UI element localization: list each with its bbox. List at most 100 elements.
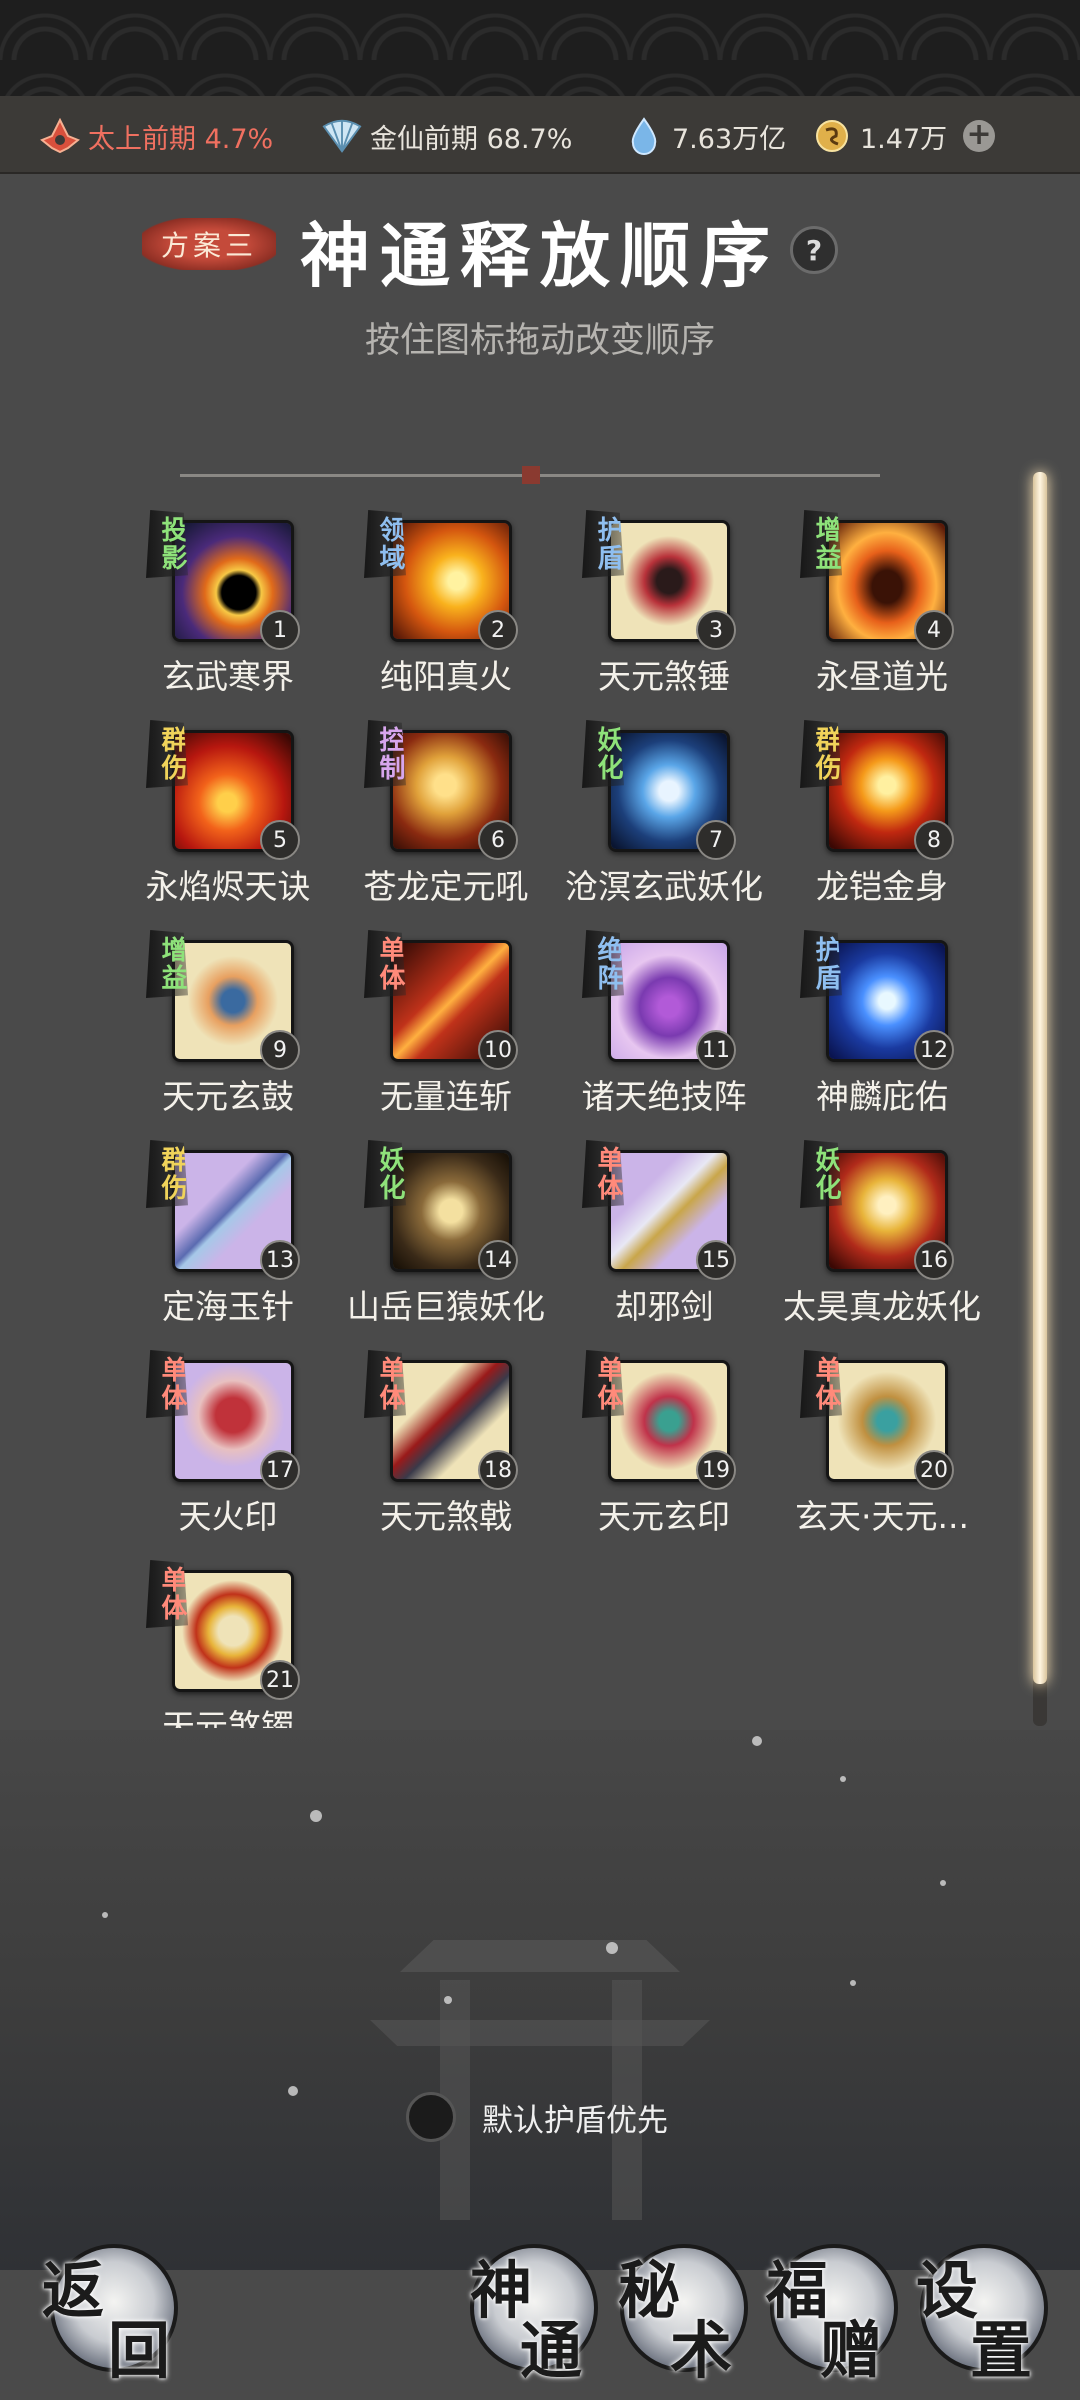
- gate-beam: [370, 2020, 710, 2046]
- skill-order-number: 6: [478, 820, 518, 860]
- skill-type-tag: 控制: [364, 720, 406, 788]
- lotus-icon: [40, 116, 80, 156]
- skill-order-number: 21: [260, 1660, 300, 1700]
- skill-item[interactable]: 控制 6 苍龙定元吼: [338, 710, 554, 910]
- skill-type-tag: 增益: [800, 510, 842, 578]
- skill-order-number: 12: [914, 1030, 954, 1070]
- skill-item[interactable]: 单体 20 玄天·天元...: [774, 1340, 990, 1540]
- skill-order-number: 15: [696, 1240, 736, 1280]
- background-scene: [0, 1730, 1080, 2270]
- skill-name: 山岳巨猿妖化: [347, 1287, 545, 1326]
- gold-coin-icon: [812, 116, 852, 156]
- snowflake: [940, 1880, 946, 1886]
- skill-item[interactable]: 增益 4 永昼道光: [774, 500, 990, 700]
- cultivation-stat[interactable]: 太上前期 4.7%: [40, 116, 273, 156]
- snowflake: [310, 1810, 322, 1822]
- snowflake: [606, 1942, 618, 1954]
- realm-stat[interactable]: 金仙前期 68.7%: [322, 116, 572, 156]
- drag-instruction: 按住图标拖动改变顺序: [364, 321, 715, 361]
- skill-item[interactable]: 妖化 14 山岳巨猿妖化: [338, 1130, 554, 1330]
- skill-name: 玄武寒界: [162, 657, 294, 696]
- skill-type-tag: 单体: [582, 1140, 624, 1208]
- skill-type-tag: 妖化: [800, 1140, 842, 1208]
- snowflake: [444, 1996, 452, 2004]
- scrollbar-thumb[interactable]: [1033, 472, 1047, 1684]
- skill-item[interactable]: 增益 9 天元玄鼓: [120, 920, 336, 1120]
- skill-type-tag: 妖化: [582, 720, 624, 788]
- fan-icon: [322, 116, 362, 156]
- currency-amount: 1.47万: [860, 123, 948, 155]
- skill-item[interactable]: 领域 2 纯阳真火: [338, 500, 554, 700]
- back-char-2: 回: [108, 2314, 171, 2387]
- skill-type-tag: 单体: [364, 930, 406, 998]
- skill-item[interactable]: 护盾 3 天元煞锤: [556, 500, 772, 700]
- skill-order-number: 7: [696, 820, 736, 860]
- skill-item[interactable]: 单体 10 无量连斩: [338, 920, 554, 1120]
- secret-char-2: 术: [670, 2314, 733, 2387]
- skill-order-number: 17: [260, 1450, 300, 1490]
- skill-order-number: 9: [260, 1030, 300, 1070]
- settings-char-2: 置: [970, 2314, 1033, 2387]
- skill-order-number: 14: [478, 1240, 518, 1280]
- skill-order-number: 10: [478, 1030, 518, 1070]
- skills-char-2: 通: [520, 2314, 583, 2387]
- skill-order-number: 18: [478, 1450, 518, 1490]
- skill-order-number: 8: [914, 820, 954, 860]
- skill-order-number: 11: [696, 1030, 736, 1070]
- plan-tag[interactable]: 方案三: [142, 218, 276, 270]
- skill-name: 苍龙定元吼: [363, 867, 529, 906]
- snowflake: [752, 1736, 762, 1746]
- skill-type-tag: 单体: [146, 1350, 188, 1418]
- skill-order-number: 5: [260, 820, 300, 860]
- skill-item[interactable]: 单体 17 天火印: [120, 1340, 336, 1540]
- skill-item[interactable]: 绝阵 11 诸天绝技阵: [556, 920, 772, 1120]
- skill-type-tag: 单体: [582, 1350, 624, 1418]
- skill-name: 沧溟玄武妖化: [565, 867, 763, 906]
- skill-type-tag: 领域: [364, 510, 406, 578]
- skill-item[interactable]: 单体 15 却邪剑: [556, 1130, 772, 1330]
- skill-name: 天元玄印: [598, 1497, 730, 1536]
- page-title: 神通释放顺序: [300, 214, 780, 297]
- spirit-stone-stat[interactable]: 7.63万亿: [624, 116, 786, 156]
- bottom-navigation: 返 回 神 通 秘 术 福 赠 设 置: [0, 2200, 1080, 2400]
- default-shield-label: 默认护盾优先: [482, 2102, 668, 2139]
- default-shield-toggle[interactable]: 默认护盾优先: [406, 2092, 668, 2142]
- skill-name: 神麟庇佑: [816, 1077, 948, 1116]
- skill-type-tag: 单体: [364, 1350, 406, 1418]
- skill-order-number: 13: [260, 1240, 300, 1280]
- resource-bar: 太上前期 4.7% 金仙前期 68.7% 7.63万亿 1.47万 +: [0, 96, 1080, 174]
- skill-type-tag: 护盾: [582, 510, 624, 578]
- skill-item[interactable]: 群伤 8 龙铠金身: [774, 710, 990, 910]
- skill-item[interactable]: 投影 1 玄武寒界: [120, 500, 336, 700]
- skill-name: 龙铠金身: [816, 867, 948, 906]
- skill-item[interactable]: 护盾 12 神麟庇佑: [774, 920, 990, 1120]
- top-decoration: [0, 0, 1080, 96]
- skill-item[interactable]: 群伤 5 永焰烬天诀: [120, 710, 336, 910]
- skill-name: 永昼道光: [816, 657, 948, 696]
- spirit-stone-amount: 7.63万亿: [672, 123, 787, 155]
- skill-name: 天元煞戟: [380, 1497, 512, 1536]
- default-shield-radio[interactable]: [406, 2092, 456, 2142]
- skill-item[interactable]: 单体 18 天元煞戟: [338, 1340, 554, 1540]
- skill-type-tag: 单体: [146, 1560, 188, 1628]
- gift-char-1: 福: [766, 2254, 829, 2327]
- skill-name: 定海玉针: [162, 1287, 294, 1326]
- skill-name: 却邪剑: [614, 1287, 714, 1326]
- add-currency-button[interactable]: +: [963, 120, 996, 152]
- help-button[interactable]: ?: [790, 226, 838, 274]
- skill-item[interactable]: 妖化 16 太昊真龙妖化: [774, 1130, 990, 1330]
- snowflake: [850, 1980, 856, 1986]
- realm-text: 金仙前期 68.7%: [370, 123, 573, 155]
- skill-item[interactable]: 群伤 13 定海玉针: [120, 1130, 336, 1330]
- skill-type-tag: 妖化: [364, 1140, 406, 1208]
- skill-item[interactable]: 妖化 7 沧溟玄武妖化: [556, 710, 772, 910]
- currency-stat[interactable]: 1.47万 +: [812, 116, 996, 156]
- skill-item[interactable]: 单体 21 天元煞镯: [120, 1550, 336, 1728]
- skill-order-number: 1: [260, 610, 300, 650]
- snowflake: [102, 1912, 108, 1918]
- skill-type-tag: 投影: [146, 510, 188, 578]
- skill-item[interactable]: 单体 19 天元玄印: [556, 1340, 772, 1540]
- back-char-1: 返: [42, 2254, 105, 2327]
- settings-char-1: 设: [916, 2254, 979, 2327]
- skill-name: 天元煞镯: [162, 1707, 294, 1728]
